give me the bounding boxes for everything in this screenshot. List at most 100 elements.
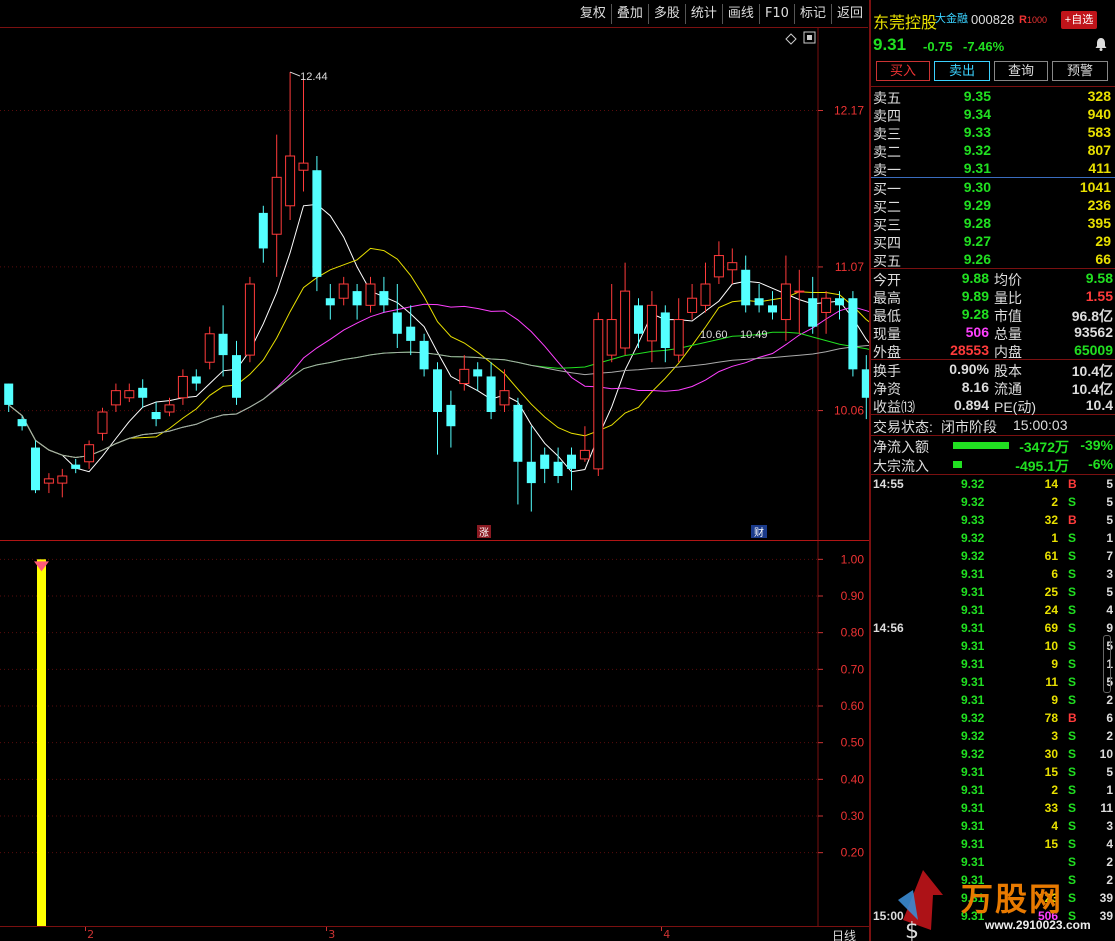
tick-price: 9.31 (961, 819, 985, 833)
tick-price: 9.32 (961, 495, 985, 509)
period-label[interactable]: 日线 (832, 927, 856, 941)
stat-value: 506 (965, 324, 989, 340)
sell-button[interactable]: 卖出 (934, 61, 990, 81)
candle (673, 298, 684, 363)
stat-value: 93562 (1074, 324, 1113, 340)
add-watchlist-button[interactable]: +自选 (1061, 11, 1097, 29)
ask-row[interactable]: 卖四 9.34 940 (871, 105, 1115, 124)
overlay-button[interactable]: 叠加 (610, 4, 648, 24)
restore-rights-button[interactable]: 复权 (575, 4, 611, 24)
bid-row[interactable]: 买二 9.29 236 (871, 196, 1115, 215)
book-price: 9.30 (963, 179, 991, 195)
diamond-icon[interactable] (785, 33, 797, 45)
tick-row: 9.32 3 S 2 (871, 727, 1115, 745)
tick-volume: 10 (1044, 639, 1058, 653)
tick-volume: 14 (1044, 477, 1058, 491)
candle-body (312, 170, 322, 277)
rise-marker[interactable]: 涨 (477, 525, 491, 539)
flow-bar (953, 461, 962, 468)
candle-body (486, 376, 496, 412)
candle-body (4, 383, 14, 405)
tick-row: 9.32 78 B 6 (871, 709, 1115, 727)
candle (754, 284, 764, 313)
tick-price: 9.31 (961, 639, 985, 653)
book-volume: 583 (1087, 124, 1111, 140)
date-tick-mark (85, 927, 87, 931)
candle-body (110, 390, 121, 406)
tick-scrollbar[interactable] (1103, 635, 1111, 693)
rank-letter: R (1019, 14, 1027, 26)
ask-book: 卖五 9.35 328 卖四 9.34 940 卖三 9.33 583 卖二 9.32 807 卖一 9.… (871, 87, 1115, 178)
bid-row[interactable]: 买四 9.27 29 (871, 232, 1115, 251)
tick-row: 9.32 61 S 7 (871, 547, 1115, 565)
candle (473, 362, 483, 391)
multi-stock-button[interactable]: 多股 (647, 4, 685, 24)
candle (271, 134, 282, 277)
tick-volume: 30 (1044, 747, 1058, 761)
tick-count: 2 (1106, 693, 1113, 707)
tick-price: 9.32 (961, 729, 985, 743)
stat-row: 最高 9.89 量比 1.55 (871, 287, 1115, 306)
candle (499, 369, 510, 412)
ask-row[interactable]: 卖五 9.35 328 (871, 87, 1115, 106)
ask-row[interactable]: 卖二 9.32 807 (871, 141, 1115, 160)
tick-count: 2 (1106, 729, 1113, 743)
tick-time: 14:56 (873, 621, 904, 635)
indicator-bar (37, 559, 46, 926)
bid-row[interactable]: 买三 9.28 395 (871, 214, 1115, 233)
buy-button[interactable]: 买入 (876, 61, 930, 81)
tick-price: 9.31 (961, 675, 985, 689)
tick-count: 1 (1106, 783, 1113, 797)
candle (338, 276, 349, 306)
candle (204, 326, 215, 370)
tick-price: 9.32 (961, 531, 985, 545)
tick-side: S (1068, 765, 1077, 779)
tick-volume: 33 (1044, 801, 1058, 815)
candle-body (124, 390, 135, 399)
flow-amount: -3472万 (1019, 439, 1069, 455)
tick-row: 9.31 2 S 1 (871, 781, 1115, 799)
bid-row[interactable]: 买五 9.26 66 (871, 250, 1115, 269)
tick-row: 9.31 24 S 4 (871, 601, 1115, 619)
candle-body (526, 461, 536, 484)
candles (4, 72, 870, 512)
f10-button[interactable]: F10 (758, 4, 794, 24)
ask-row[interactable]: 卖一 9.31 411 (871, 159, 1115, 178)
date-tick-mark (326, 927, 328, 931)
tick-row: 9.31 15 S 4 (871, 835, 1115, 853)
alert-button[interactable]: 预警 (1052, 61, 1108, 81)
candle-body (513, 404, 523, 462)
candle-body (57, 475, 68, 484)
candle-body (379, 291, 389, 306)
candle (365, 276, 376, 313)
chart-corner-icons[interactable] (785, 31, 816, 45)
tick-side: S (1068, 693, 1077, 707)
tick-row: 9.31 15 S 5 (871, 763, 1115, 781)
bid-book: 买一 9.30 1041 买二 9.29 236 买三 9.28 395 买四 9.27 29 买五 9.… (871, 178, 1115, 269)
candle (780, 255, 791, 341)
mark-button[interactable]: 标记 (793, 4, 831, 24)
draw-line-button[interactable]: 画线 (721, 4, 759, 24)
ask-row[interactable]: 卖三 9.33 583 (871, 123, 1115, 142)
back-button[interactable]: 返回 (830, 4, 868, 24)
tick-row: 9.32 2 S 5 (871, 493, 1115, 511)
tick-price: 9.31 (961, 765, 985, 779)
tick-volume: 15 (1044, 837, 1058, 851)
tick-side: S (1068, 495, 1077, 509)
tick-price: 9.32 (961, 549, 985, 563)
bell-icon[interactable] (1093, 36, 1109, 52)
sector-tag[interactable]: 大金融 (935, 10, 968, 26)
candlestick-chart[interactable]: 12.449.2810.6010.49涨财 12.1711.0710.06 (0, 28, 870, 540)
tick-count: 1 (1106, 531, 1113, 545)
statistics-button[interactable]: 统计 (684, 4, 722, 24)
tick-list[interactable]: 14:55 9.32 14 B 5 9.32 2 S 5 9.33 32 B 5 9.32 1 S 1 9.32 6… (871, 475, 1115, 925)
tick-side: S (1068, 531, 1077, 545)
tick-row: 14:55 9.32 14 B 5 (871, 475, 1115, 493)
query-button[interactable]: 查询 (994, 61, 1048, 81)
candle (110, 383, 121, 412)
finance-marker[interactable]: 财 (751, 525, 767, 539)
bid-row[interactable]: 买一 9.30 1041 (871, 178, 1115, 197)
site-watermark: $ 万股网 www.2910023.com (893, 860, 1093, 941)
indicator-chart[interactable]: 1.00 0.90 0.80 0.70 0.60 0.50 0.40 0.30 0.20 (0, 541, 870, 926)
trade-status: 交易状态: 闭市阶段 15:00:03 (871, 415, 1115, 435)
